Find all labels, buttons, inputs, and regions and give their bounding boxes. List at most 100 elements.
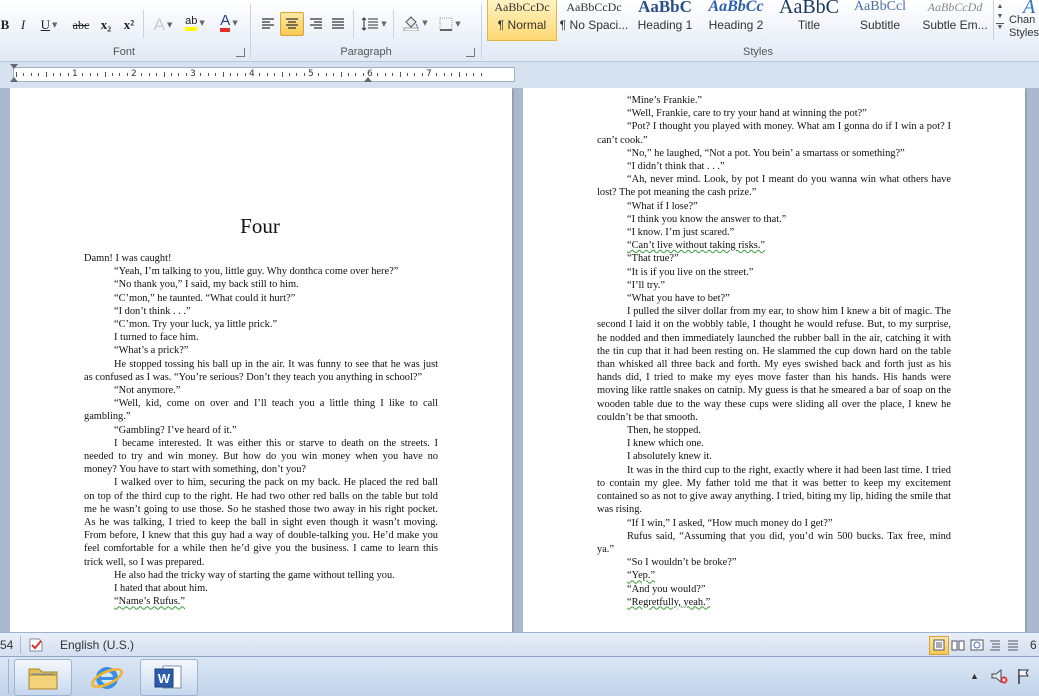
- bold-button[interactable]: B: [0, 15, 14, 35]
- grammar-squiggle[interactable]: “Name’s Rufus.”: [114, 596, 185, 607]
- paragraph[interactable]: I hated that about him.: [84, 582, 438, 595]
- paragraph[interactable]: “I think you know the answer to that.”: [597, 213, 951, 226]
- paragraph[interactable]: “I’ll try.”: [597, 279, 951, 292]
- paragraph[interactable]: I turned to face him.: [84, 331, 438, 344]
- paragraph[interactable]: “Well, kid, come on over and I’ll teach …: [84, 397, 438, 423]
- chevron-down-icon[interactable]: ▼: [232, 19, 237, 27]
- paragraph[interactable]: “C’mon. Try your luck, ya little prick.”: [84, 318, 438, 331]
- change-styles-button[interactable]: A Chan Styles: [1009, 0, 1039, 44]
- borders-button[interactable]: ▼: [435, 14, 465, 34]
- paragraph[interactable]: “What you have to bet?”: [597, 292, 951, 305]
- paragraph[interactable]: “That true?”: [597, 252, 951, 265]
- superscript-button[interactable]: x²: [119, 15, 139, 35]
- paragraph[interactable]: “Mine’s Frankie.”: [597, 94, 951, 107]
- paragraph[interactable]: “Well, Frankie, care to try your hand at…: [597, 107, 951, 120]
- chevron-down-icon[interactable]: ▼: [455, 20, 460, 28]
- taskbar-word-button[interactable]: W: [140, 659, 198, 696]
- paragraph[interactable]: Rufus said, “Assuming that you did, you’…: [597, 530, 951, 556]
- grammar-squiggle[interactable]: “Yep.”: [627, 570, 655, 581]
- align-left-button[interactable]: [258, 14, 278, 34]
- style-subtle-emphasis[interactable]: AaBbCcDd Subtle Em...: [917, 0, 993, 40]
- more-styles-icon[interactable]: ▼: [996, 23, 1004, 31]
- web-layout-button[interactable]: [969, 637, 985, 653]
- paragraph[interactable]: I pulled the silver dollar from my ear, …: [597, 305, 951, 424]
- chevron-down-icon[interactable]: ▼: [167, 21, 172, 29]
- action-center-flag-icon[interactable]: [1016, 667, 1032, 688]
- indent-marker-icon[interactable]: [10, 64, 18, 69]
- chevron-down-icon[interactable]: ▼: [52, 21, 57, 29]
- line-spacing-button[interactable]: ▼: [360, 14, 388, 34]
- highlight-button[interactable]: ab ▼: [180, 13, 210, 33]
- scroll-down-icon[interactable]: ▼: [994, 13, 1006, 20]
- style-normal[interactable]: AaBbCcDc ¶ Normal: [487, 0, 557, 41]
- paragraph[interactable]: “So I wouldn’t be broke?”: [597, 556, 951, 569]
- volume-muted-icon[interactable]: [990, 667, 1008, 688]
- paragraph[interactable]: Then, he stopped.: [597, 424, 951, 437]
- paragraph[interactable]: “It is if you live on the street.”: [597, 266, 951, 279]
- paragraph[interactable]: “I know. I’m just scared.”: [597, 226, 951, 239]
- chevron-down-icon[interactable]: ▼: [381, 20, 386, 28]
- paragraph[interactable]: “I don’t think . . .”: [84, 305, 438, 318]
- shading-button[interactable]: ▼: [400, 13, 430, 33]
- paragraph[interactable]: I absolutely knew it.: [597, 450, 951, 463]
- paragraph[interactable]: He stopped tossing his ball up in the ai…: [84, 358, 438, 384]
- paragraph[interactable]: “Can’t live without taking risks.”: [597, 239, 951, 252]
- paragraph[interactable]: “Ah, never mind. Look, by pot I meant do…: [597, 173, 951, 199]
- paragraph[interactable]: I knew which one.: [597, 437, 951, 450]
- dialog-launcher-icon[interactable]: [466, 48, 475, 57]
- paragraph[interactable]: “And you would?”: [597, 583, 951, 596]
- style-title[interactable]: AaBbC Title: [775, 0, 843, 40]
- page-count-status[interactable]: 54: [0, 638, 13, 652]
- grammar-squiggle[interactable]: “Regretfully, yeah.”: [627, 597, 710, 608]
- scroll-up-icon[interactable]: ▲: [994, 3, 1006, 10]
- zoom-level[interactable]: 6: [1030, 638, 1037, 652]
- paragraph[interactable]: “Gambling? I’ve heard of it.”: [84, 424, 438, 437]
- style-heading-2[interactable]: AaBbCc Heading 2: [703, 0, 769, 40]
- chevron-down-icon[interactable]: ▼: [199, 19, 204, 27]
- style-no-spacing[interactable]: AaBbCcDc ¶ No Spaci...: [559, 0, 629, 40]
- page-right[interactable]: “Mine’s Frankie.” “Well, Frankie, care to…: [523, 88, 1025, 632]
- paragraph[interactable]: I walked over to him, securing the pack …: [84, 476, 438, 568]
- page-left[interactable]: Four Damn! I was caught! “Yeah, I’m talki…: [10, 88, 512, 632]
- paragraph[interactable]: It was in the third cup to the right, ex…: [597, 464, 951, 517]
- paragraph[interactable]: “If I win,” I asked, “How much money do …: [597, 517, 951, 530]
- paragraph[interactable]: “What’s a prick?”: [84, 344, 438, 357]
- grammar-squiggle[interactable]: “Can’t live without taking risks.”: [627, 240, 765, 251]
- show-desktop-edge[interactable]: [0, 659, 9, 694]
- justify-button[interactable]: [328, 14, 348, 34]
- paragraph[interactable]: “No thank you,” I said, my back still to…: [84, 278, 438, 291]
- paragraph[interactable]: “I didn’t think that . . .”: [597, 160, 951, 173]
- taskbar-explorer-button[interactable]: [14, 659, 72, 696]
- outline-button[interactable]: [987, 637, 1003, 653]
- font-color-button[interactable]: A ▼: [214, 13, 244, 33]
- style-subtitle[interactable]: AaBbCcl Subtitle: [847, 0, 913, 40]
- paragraph[interactable]: He also had the tricky way of starting t…: [84, 569, 438, 582]
- paragraph[interactable]: I became interested. It was either this …: [84, 437, 438, 477]
- subscript-button[interactable]: x₂: [96, 15, 116, 35]
- indent-marker-icon[interactable]: [10, 77, 18, 82]
- text-effects-button[interactable]: A ▼: [150, 15, 176, 35]
- draft-button[interactable]: [1005, 637, 1021, 653]
- paragraph[interactable]: “Yep.”: [597, 569, 951, 582]
- paragraph[interactable]: “Regretfully, yeah.”: [597, 596, 951, 609]
- horizontal-ruler[interactable]: 1 2 3 4 5 6 7: [10, 64, 515, 82]
- language-status[interactable]: English (U.S.): [60, 638, 134, 652]
- print-layout-button[interactable]: [929, 636, 949, 655]
- tray-expand-icon[interactable]: ▲: [970, 671, 979, 681]
- taskbar-ie-button[interactable]: [78, 659, 136, 696]
- page-left-text[interactable]: Damn! I was caught! “Yeah, I’m talking to…: [84, 252, 438, 608]
- paragraph[interactable]: “No,” he laughed, “Not a pot. You bein’ …: [597, 147, 951, 160]
- paragraph[interactable]: “What if I lose?”: [597, 200, 951, 213]
- underline-button[interactable]: U ▼: [36, 15, 62, 35]
- paragraph[interactable]: “Not anymore.”: [84, 384, 438, 397]
- full-screen-reading-button[interactable]: [950, 637, 966, 653]
- paragraph[interactable]: “Yeah, I’m talking to you, little guy. W…: [84, 265, 438, 278]
- paragraph[interactable]: “Pot? I thought you played with money. W…: [597, 120, 951, 146]
- style-heading-1[interactable]: AaBbC Heading 1: [633, 0, 697, 40]
- page-right-text[interactable]: “Mine’s Frankie.” “Well, Frankie, care to…: [597, 94, 951, 609]
- styles-gallery-scroll[interactable]: ▲ ▼ ▼: [993, 0, 1006, 40]
- proofing-icon[interactable]: [27, 636, 45, 654]
- document-area[interactable]: Four Damn! I was caught! “Yeah, I’m talki…: [0, 88, 1039, 632]
- align-right-button[interactable]: [306, 14, 326, 34]
- chevron-down-icon[interactable]: ▼: [422, 19, 427, 27]
